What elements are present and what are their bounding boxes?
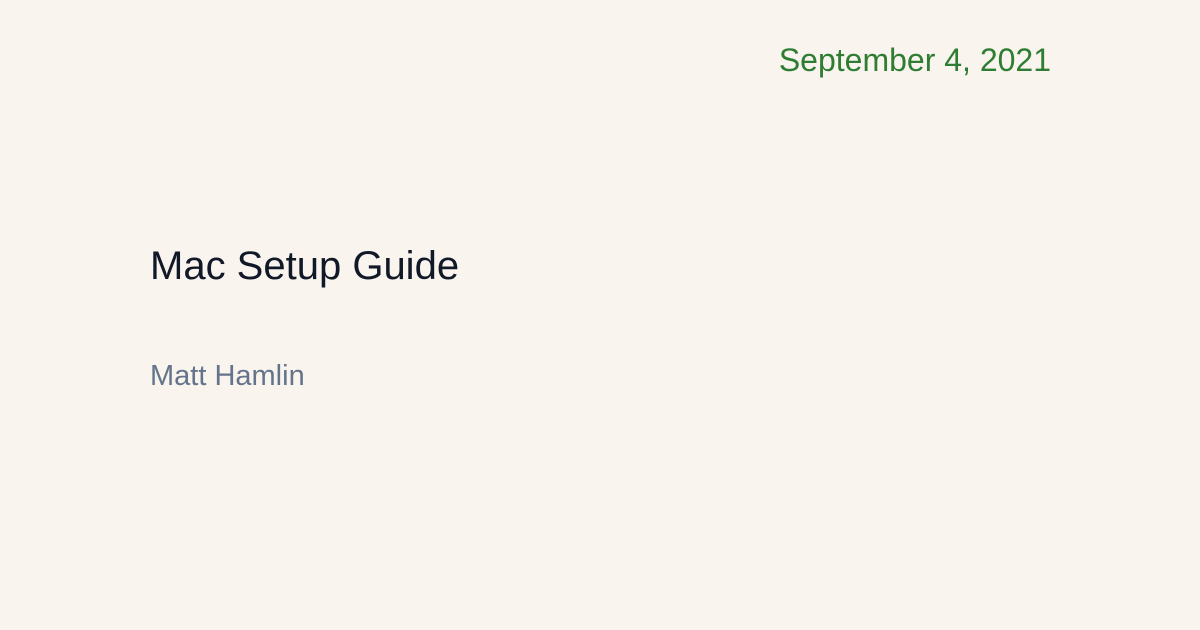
post-date: September 4, 2021 [778,42,1051,78]
social-card: September 4, 2021 Mac Setup Guide Matt H… [0,0,1200,630]
post-author: Matt Hamlin [150,360,305,392]
post-title: Mac Setup Guide [150,244,460,288]
